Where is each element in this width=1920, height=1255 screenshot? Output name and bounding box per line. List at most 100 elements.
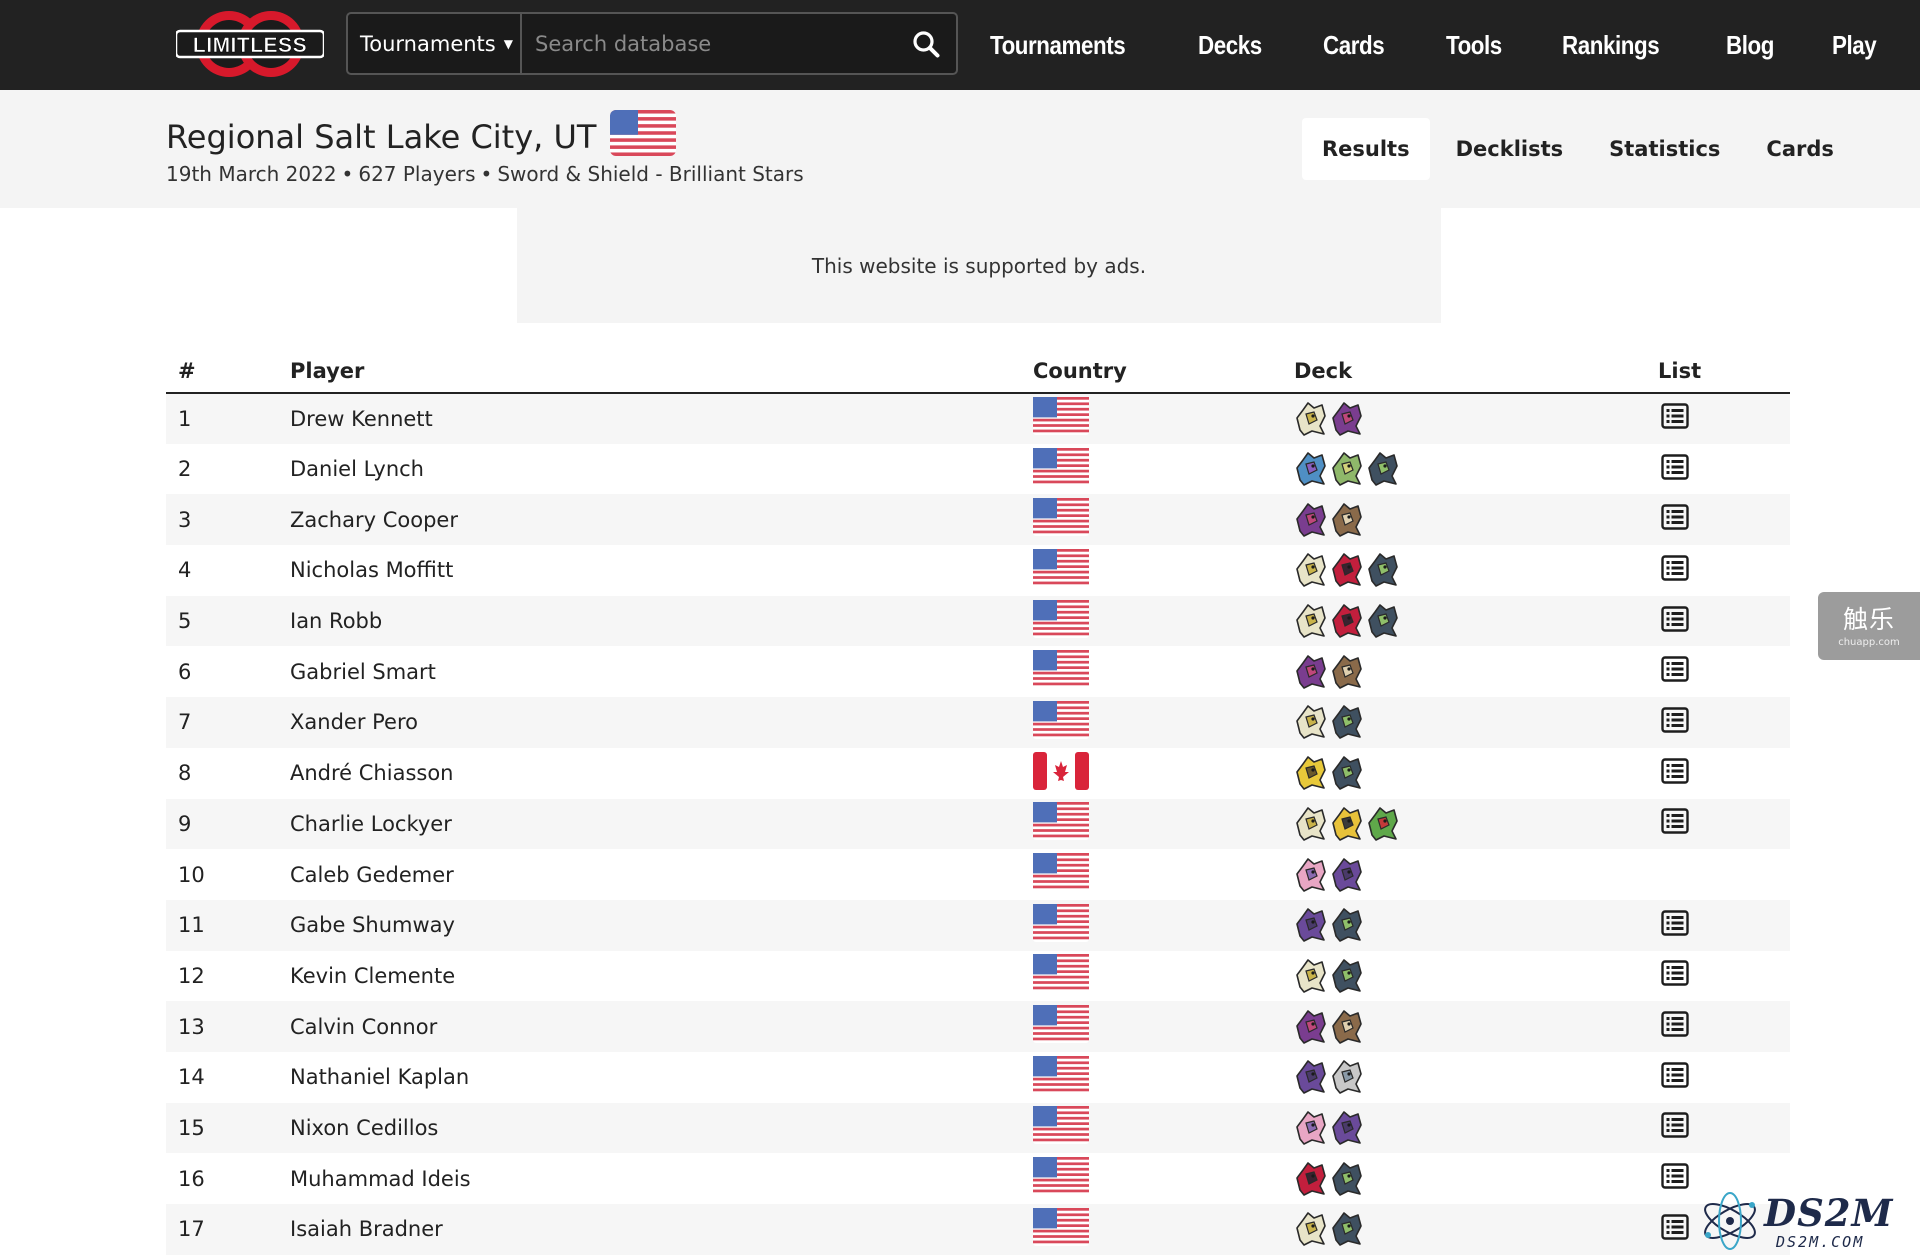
row-list bbox=[1658, 545, 1790, 596]
ca-flag-icon bbox=[1033, 751, 1089, 795]
row-player-name[interactable]: Ian Robb bbox=[290, 595, 1033, 647]
row-deck[interactable] bbox=[1294, 545, 1658, 596]
row-deck[interactable] bbox=[1294, 697, 1658, 748]
tournament-meta: 19th March 2022 • 627 Players • Sword & Shie… bbox=[166, 162, 804, 186]
table-row[interactable]: 1 Drew Kennett bbox=[166, 393, 1790, 444]
decklist-icon[interactable] bbox=[1661, 1214, 1689, 1245]
decklist-icon[interactable] bbox=[1661, 960, 1689, 991]
search-category-dropdown[interactable]: Tournaments ▼ bbox=[348, 14, 522, 73]
tab-statistics[interactable]: Statistics bbox=[1589, 118, 1740, 180]
meta-separator: • bbox=[480, 162, 493, 186]
row-deck[interactable] bbox=[1294, 393, 1658, 444]
row-deck[interactable] bbox=[1294, 951, 1658, 1002]
nav-link-blog[interactable]: Blog bbox=[1726, 30, 1774, 61]
us-flag-icon bbox=[1033, 498, 1089, 541]
tab-cards[interactable]: Cards bbox=[1746, 118, 1853, 180]
nav-link-play[interactable]: Play bbox=[1832, 30, 1877, 61]
row-country bbox=[1033, 697, 1294, 748]
tournament-format: Sword & Shield - Brilliant Stars bbox=[497, 162, 804, 186]
row-deck[interactable] bbox=[1294, 899, 1658, 951]
row-player-name[interactable]: Gabriel Smart bbox=[290, 646, 1033, 697]
nav-link-decks[interactable]: Decks bbox=[1198, 30, 1262, 61]
row-player-name[interactable]: Nixon Cedillos bbox=[290, 1102, 1033, 1154]
decklist-icon[interactable] bbox=[1661, 808, 1689, 839]
row-player-name[interactable]: Nicholas Moffitt bbox=[290, 545, 1033, 596]
nav-link-tournaments[interactable]: Tournaments bbox=[990, 30, 1126, 61]
table-row[interactable]: 2 Daniel Lynch bbox=[166, 444, 1790, 495]
table-row[interactable]: 16 Muhammad Ideis bbox=[166, 1153, 1790, 1204]
row-player-name[interactable]: Xander Pero bbox=[290, 697, 1033, 748]
row-player-name[interactable]: Calvin Connor bbox=[290, 1001, 1033, 1052]
row-player-name[interactable]: Kevin Clemente bbox=[290, 951, 1033, 1002]
row-player-name[interactable]: Nathaniel Kaplan bbox=[290, 1052, 1033, 1103]
decklist-icon[interactable] bbox=[1661, 707, 1689, 738]
deck-icon-genesect bbox=[1296, 908, 1326, 943]
table-row[interactable]: 3 Zachary Cooper bbox=[166, 494, 1790, 546]
decklist-icon[interactable] bbox=[1661, 1062, 1689, 1093]
row-deck[interactable] bbox=[1294, 646, 1658, 697]
deck-icon-inteleon bbox=[1332, 1161, 1362, 1196]
row-deck[interactable] bbox=[1294, 494, 1658, 546]
table-header-row: # Player Country Deck List bbox=[166, 350, 1790, 394]
deck-icons bbox=[1294, 754, 1658, 792]
row-player-name[interactable]: Caleb Gedemer bbox=[290, 849, 1033, 900]
table-row[interactable]: 7 Xander Pero bbox=[166, 697, 1790, 748]
tab-results[interactable]: Results bbox=[1302, 118, 1430, 180]
decklist-icon[interactable] bbox=[1661, 1011, 1689, 1042]
table-row[interactable]: 15 Nixon Cedillos bbox=[166, 1102, 1790, 1154]
search-input[interactable] bbox=[522, 14, 896, 73]
decklist-icon[interactable] bbox=[1661, 453, 1689, 485]
table-row[interactable]: 9 Charlie Lockyer bbox=[166, 798, 1790, 850]
table-row[interactable]: 5 Ian Robb bbox=[166, 595, 1790, 647]
row-deck[interactable] bbox=[1294, 1102, 1658, 1154]
table-row[interactable]: 6 Gabriel Smart bbox=[166, 646, 1790, 697]
us-flag-icon bbox=[1033, 650, 1089, 693]
chuapp-watermark: 触乐 chuapp.com bbox=[1818, 592, 1920, 660]
decklist-icon[interactable] bbox=[1661, 757, 1689, 789]
tab-decklists[interactable]: Decklists bbox=[1436, 118, 1584, 180]
table-row[interactable]: 10 Caleb Gedemer bbox=[166, 849, 1790, 900]
decklist-icon[interactable] bbox=[1661, 1112, 1689, 1143]
row-player-name[interactable]: Gabe Shumway bbox=[290, 899, 1033, 951]
row-deck[interactable] bbox=[1294, 595, 1658, 647]
row-player-name[interactable]: Charlie Lockyer bbox=[290, 798, 1033, 850]
us-flag-icon bbox=[610, 110, 677, 164]
row-deck[interactable] bbox=[1294, 798, 1658, 850]
row-deck[interactable] bbox=[1294, 1153, 1658, 1204]
row-deck[interactable] bbox=[1294, 1204, 1658, 1255]
table-row[interactable]: 8 André Chiasson bbox=[166, 748, 1790, 799]
table-row[interactable]: 13 Calvin Connor bbox=[166, 1001, 1790, 1052]
row-player-name[interactable]: André Chiasson bbox=[290, 748, 1033, 799]
table-row[interactable]: 11 Gabe Shumway bbox=[166, 899, 1790, 951]
table-row[interactable]: 14 Nathaniel Kaplan bbox=[166, 1052, 1790, 1103]
search-button[interactable] bbox=[896, 14, 956, 73]
decklist-icon[interactable] bbox=[1661, 910, 1689, 941]
table-row[interactable]: 4 Nicholas Moffitt bbox=[166, 545, 1790, 596]
row-deck[interactable] bbox=[1294, 1052, 1658, 1103]
table-row[interactable]: 12 Kevin Clemente bbox=[166, 951, 1790, 1002]
nav-link-cards[interactable]: Cards bbox=[1323, 30, 1385, 61]
decklist-icon[interactable] bbox=[1661, 1163, 1689, 1194]
row-player-name[interactable]: Zachary Cooper bbox=[290, 494, 1033, 546]
row-deck[interactable] bbox=[1294, 849, 1658, 900]
decklist-icon[interactable] bbox=[1661, 605, 1689, 637]
row-player-name[interactable]: Daniel Lynch bbox=[290, 444, 1033, 495]
decklist-icon[interactable] bbox=[1661, 403, 1689, 434]
limitless-logo[interactable]: LIMITLESS bbox=[174, 9, 326, 79]
deck-icons bbox=[1294, 653, 1658, 691]
row-player-name[interactable]: Muhammad Ideis bbox=[290, 1153, 1033, 1204]
row-player-name[interactable]: Drew Kennett bbox=[290, 393, 1033, 444]
decklist-icon[interactable] bbox=[1661, 656, 1689, 687]
nav-link-rankings[interactable]: Rankings bbox=[1562, 30, 1660, 61]
table-row[interactable]: 17 Isaiah Bradner bbox=[166, 1204, 1790, 1255]
decklist-icon[interactable] bbox=[1661, 555, 1689, 586]
decklist-icon[interactable] bbox=[1661, 504, 1689, 535]
row-deck[interactable] bbox=[1294, 748, 1658, 799]
row-deck[interactable] bbox=[1294, 444, 1658, 495]
us-flag-icon bbox=[1033, 853, 1089, 896]
row-country bbox=[1033, 494, 1294, 546]
nav-link-tools[interactable]: Tools bbox=[1446, 30, 1502, 61]
row-player-name[interactable]: Isaiah Bradner bbox=[290, 1204, 1033, 1255]
row-deck[interactable] bbox=[1294, 1001, 1658, 1052]
row-country bbox=[1033, 849, 1294, 900]
